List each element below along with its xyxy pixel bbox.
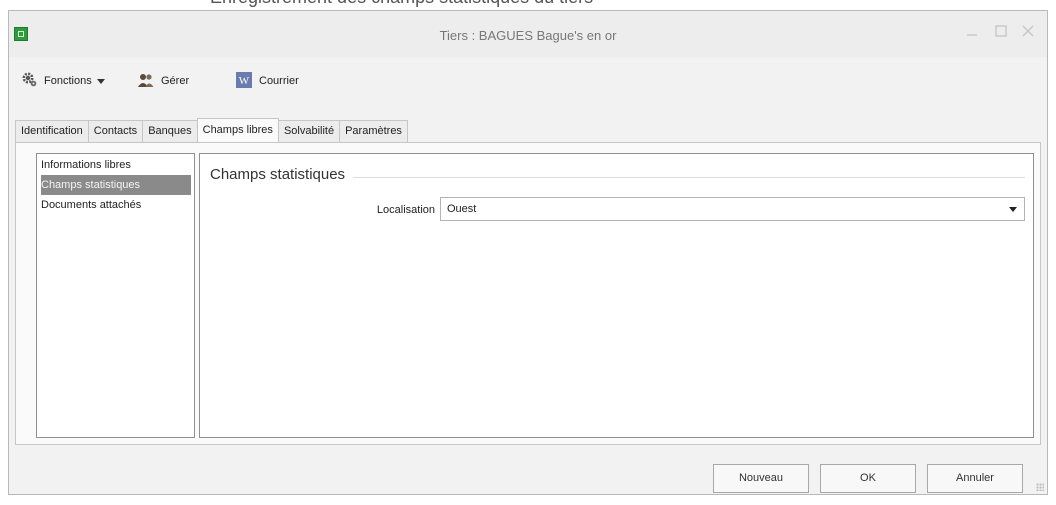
- chevron-down-icon: [1009, 207, 1017, 212]
- sidebar-item-informations-libres[interactable]: Informations libres: [41, 155, 191, 175]
- users-icon: [137, 72, 155, 91]
- dialog-window: Tiers : BAGUES Bague's en or Fonctions G…: [8, 10, 1048, 495]
- svg-text:W: W: [239, 75, 250, 87]
- sidebar-list: Informations libres Champs statistiques …: [36, 153, 195, 438]
- fonctions-label: Fonctions: [44, 75, 92, 87]
- minimize-icon[interactable]: [961, 23, 983, 45]
- background-caption-fragment: Enregistrement des champs statistiques d…: [0, 0, 1056, 8]
- title-bar: Tiers : BAGUES Bague's en or: [9, 11, 1047, 57]
- chevron-down-icon: [96, 78, 105, 84]
- fonctions-menu-button[interactable]: Fonctions: [21, 71, 105, 91]
- localisation-value: Ouest: [447, 203, 477, 215]
- group-title: Champs statistiques: [210, 166, 354, 183]
- annuler-button[interactable]: Annuler: [927, 464, 1023, 493]
- sidebar-item-documents-attaches[interactable]: Documents attachés: [41, 195, 191, 215]
- tab-banques[interactable]: Banques: [142, 120, 198, 142]
- window-title: Tiers : BAGUES Bague's en or: [439, 28, 617, 43]
- tab-solvabilite[interactable]: Solvabilité: [277, 120, 341, 142]
- tab-bar: Identification Contacts Banques Champs l…: [15, 118, 408, 142]
- tab-contacts[interactable]: Contacts: [87, 120, 144, 142]
- gear-icon: [21, 71, 38, 91]
- ok-button[interactable]: OK: [820, 464, 916, 493]
- word-document-icon: W: [235, 71, 253, 92]
- maximize-icon[interactable]: [990, 23, 1012, 45]
- nouveau-button[interactable]: Nouveau: [713, 464, 809, 493]
- localisation-select[interactable]: Ouest: [440, 197, 1025, 221]
- courrier-label: Courrier: [259, 75, 299, 87]
- tab-content: Informations libres Champs statistiques …: [15, 142, 1041, 445]
- gerer-button[interactable]: Gérer: [137, 71, 189, 91]
- gerer-label: Gérer: [161, 75, 190, 87]
- statistics-panel: Champs statistiques Localisation Ouest: [199, 153, 1034, 438]
- tab-champs-libres[interactable]: Champs libres: [196, 118, 279, 142]
- close-icon[interactable]: [1017, 23, 1039, 45]
- localisation-label: Localisation: [376, 204, 435, 216]
- toolbar: Fonctions Gérer W Courrier: [9, 57, 1047, 105]
- courrier-button[interactable]: W Courrier: [235, 71, 299, 91]
- sidebar-item-champs-statistiques[interactable]: Champs statistiques: [41, 175, 191, 195]
- background-caption: Enregistrement des champs statistiques d…: [210, 0, 593, 8]
- tab-parametres[interactable]: Paramètres: [339, 120, 408, 142]
- resize-grip-icon[interactable]: [1036, 483, 1044, 491]
- tab-identification[interactable]: Identification: [15, 120, 89, 142]
